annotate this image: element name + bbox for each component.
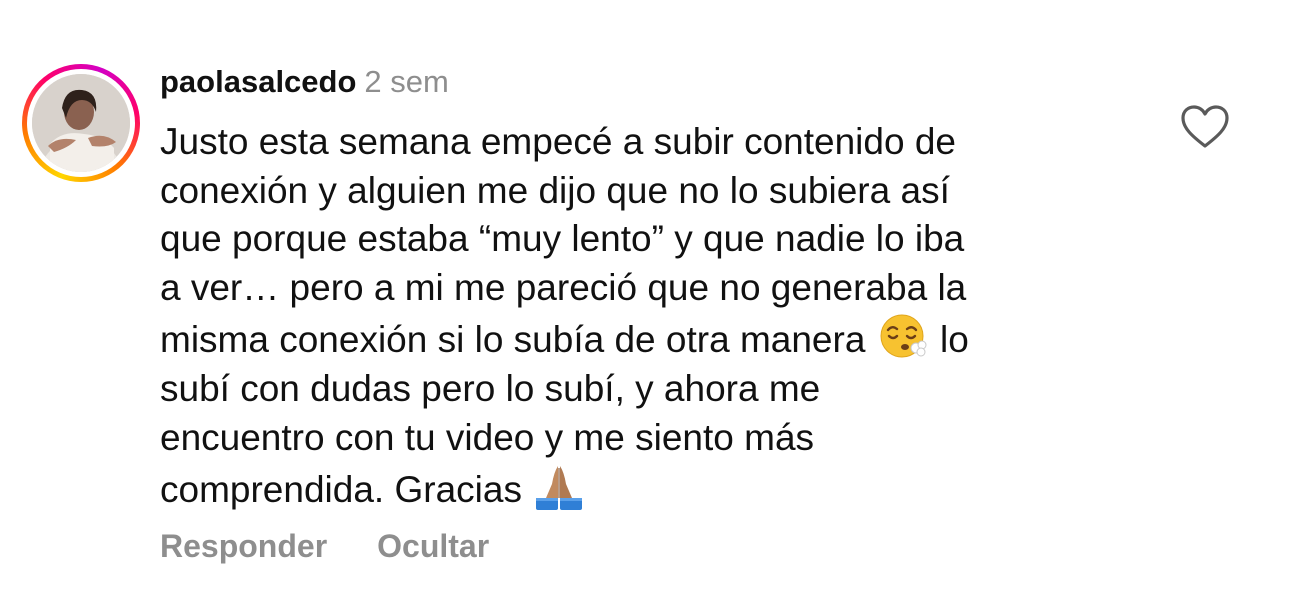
comment-line: subí con dudas pero lo subí, y ahora me — [160, 367, 821, 409]
avatar[interactable] — [32, 74, 130, 172]
comment-line: conexión y alguien me dijo que no lo sub… — [160, 169, 950, 211]
comment-time: 2 sem — [364, 64, 449, 99]
face-exhaling-emoji — [880, 314, 927, 358]
avatar-gap — [27, 69, 135, 177]
comment-line-text: lo — [939, 319, 969, 361]
comment-line-text: comprendida. Gracias — [160, 469, 522, 511]
reply-button[interactable]: Responder — [160, 528, 327, 564]
folded-hands-emoji — [536, 466, 583, 511]
comment-line-with-emoji: comprendida. Gracias — [160, 462, 1120, 515]
username-link[interactable]: paolasalcedo — [160, 64, 356, 99]
comment-line-text: misma conexión si lo subía de otra maner… — [160, 319, 866, 361]
heart-outline-icon[interactable] — [1180, 104, 1230, 150]
avatar-photo — [32, 74, 130, 172]
comment-body: Justo esta semana empecé a subir conteni… — [160, 118, 1120, 515]
comment-line: a ver… pero a mi me pareció que no gener… — [160, 266, 967, 308]
comment-actions: Responder Ocultar — [160, 526, 489, 566]
comment-header: paolasalcedo 2 sem — [160, 62, 449, 102]
comment-line: Justo esta semana empecé a subir conteni… — [160, 121, 956, 162]
comment-line-with-emoji: misma conexión si lo subía de otra maner… — [160, 312, 1120, 365]
story-ring[interactable] — [22, 64, 140, 182]
hide-button[interactable]: Ocultar — [377, 528, 489, 564]
comment-item: paolasalcedo 2 sem Justo esta semana empe… — [0, 0, 1290, 606]
comment-line: encuentro con tu video y me siento más — [160, 416, 815, 458]
comment-line: que porque estaba “muy lento” y que nadi… — [160, 218, 965, 260]
